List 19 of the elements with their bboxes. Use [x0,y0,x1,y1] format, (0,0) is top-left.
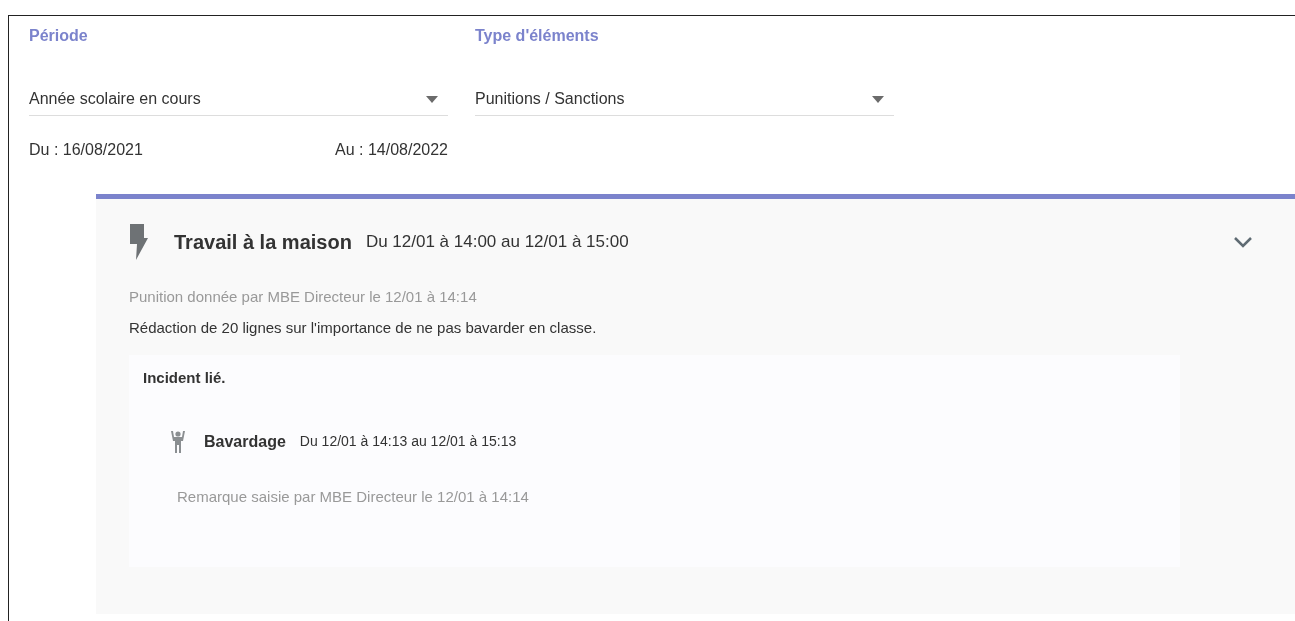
punishment-title: Travail à la maison [174,230,352,255]
dropdown[interactable]: Année scolaire en cours [29,87,448,116]
person-icon [171,430,185,453]
incident-period: Du 12/01 à 14:13 au 12/01 à 15:13 [299,432,517,451]
lightning-icon [129,224,149,260]
punishment-period: Du 12/01 à 14:00 au 12/01 à 15:00 [365,231,629,254]
filter-label: Type d'éléments [475,26,600,44]
given-by-text: Punition donnée par MBE Directeur le 12/01 à 14:14 [129,287,478,307]
chevron-down-icon[interactable] [1233,236,1253,248]
incident-title: Bavardage [204,431,286,452]
caret-icon [872,95,884,103]
linked-heading: Incident lié. [143,368,227,388]
date-from: Du : 16/08/2021 [29,140,143,160]
date-to: Au : 14/08/2022 [335,140,448,160]
caret-icon [426,95,438,103]
dropdown[interactable]: Punitions / Sanctions [475,87,894,116]
description-text: Rédaction de 20 lignes sur l'importance de ne pas bavarder en classe. [129,317,598,338]
remark-text: Remarque saisie par MBE Directeur le 12/01 à 14:14 [177,486,530,507]
filter-label: Période [29,26,89,44]
